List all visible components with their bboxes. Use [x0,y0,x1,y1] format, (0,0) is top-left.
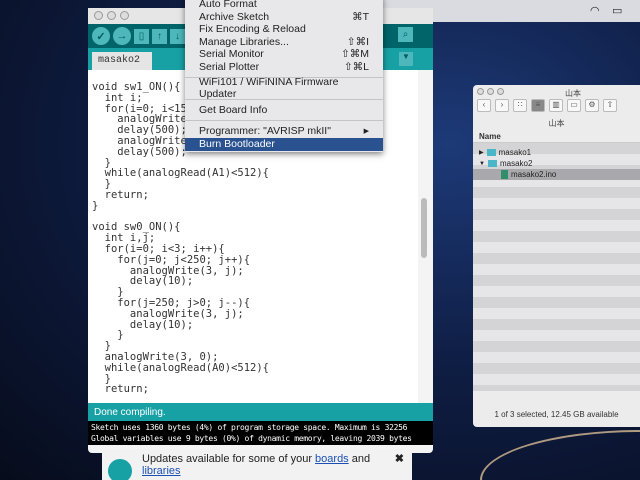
finder-toolbar: ‹ › ∷ ≡ ▥ ▭ ⚙ ⇧ [473,97,640,115]
menu-item[interactable]: Serial Plotter ⇧⌘L [185,61,383,74]
zoom-button[interactable] [120,11,129,20]
status-bar: Done compiling. [88,403,433,421]
console-line: Global variables use 9 bytes (0%) of dyn… [91,434,412,443]
zoom-button[interactable] [497,88,504,95]
menu-item-label: WiFi101 / WiFiNINA Firmware Updater [199,76,339,101]
menu-item-get-board-info[interactable]: Get Board Info [185,104,383,117]
close-button[interactable] [477,88,484,95]
save-button[interactable]: ↓ [170,28,185,44]
wifi-icon[interactable]: ◠ [590,4,600,17]
menu-item-label: Serial Plotter [199,60,260,73]
code-line: delay(10); [92,275,194,288]
menu-item-label: Serial Monitor [199,48,264,61]
item-name: masako2.ino [511,170,557,179]
column-view-button[interactable]: ▥ [549,99,563,112]
code-line: while(analogRead(A1)<512){ [92,167,270,180]
menu-item-label: Get Board Info [199,103,268,116]
menu-item-shortcut: ⇧⌘M [340,48,369,61]
list-item[interactable]: ▶ masako1 [473,147,640,158]
display-icon[interactable]: ▭ [612,4,622,17]
cable [480,430,640,480]
back-button[interactable]: ‹ [477,99,491,112]
list-item[interactable]: ▼ masako2 [473,158,640,169]
disclosure-icon[interactable]: ▼ [479,161,485,167]
menu-item-label: Manage Libraries... [199,35,289,48]
finder-status: 1 of 3 selected, 12.45 GB available [494,410,619,419]
finder-window: 山本 ‹ › ∷ ≡ ▥ ▭ ⚙ ⇧ 山本 Name ▶ masako1 ▼ mas… [473,85,640,427]
ino-file-icon [501,170,508,179]
menu-item-shortcut: ⇧⌘L [343,60,369,73]
menu-item-shortcut: ⌘T [352,10,369,23]
finder-title-bar: 山本 [473,85,640,98]
close-icon[interactable]: ✖ [395,452,404,465]
code-line: analogWrite(3, j); [92,307,244,320]
column-header-name[interactable]: Name [473,129,640,143]
finder-path: 山本 [548,119,565,128]
menu-item-wifi-updater[interactable]: WiFi101 / WiFiNINA Firmware Updater [185,76,383,100]
menu-item-shortcut: ⇧⌘I [346,35,369,48]
minimize-button[interactable] [487,88,494,95]
code-line: } [92,329,124,342]
share-icon[interactable]: ⇧ [603,99,617,112]
notify-and: and [348,453,371,465]
code-line: delay(10); [92,318,194,331]
submenu-arrow-icon: ▶ [363,128,369,136]
code-line: for(j=0; j<250; j++){ [92,253,251,266]
menu-item-programmer[interactable]: Programmer: "AVRISP mkII" ▶ [185,125,383,138]
gear-icon[interactable]: ⚙ [585,99,599,112]
serial-monitor-button[interactable]: ⌕ [398,27,413,42]
console-output: Sketch uses 1360 bytes (4%) of program s… [88,421,433,445]
menu-item[interactable]: Fix Encoding & Reload [185,23,383,36]
libraries-link[interactable]: libraries [142,465,181,477]
folder-icon [487,160,497,167]
tab-masako2[interactable]: masako2 [92,52,152,70]
verify-button[interactable]: ✓ [92,27,110,45]
menu-item[interactable]: Serial Monitor ⇧⌘M [185,48,383,61]
forward-button[interactable]: › [495,99,509,112]
item-name: masako1 [498,148,532,157]
list-item[interactable]: masako2.ino [473,169,640,180]
arduino-logo-icon [108,459,132,480]
minimize-button[interactable] [107,11,116,20]
menu-item-burn-bootloader[interactable]: Burn Bootloader [185,137,383,151]
finder-title: 山本 [565,89,581,98]
gallery-view-button[interactable]: ▭ [567,99,581,112]
menu-item[interactable]: Manage Libraries... ⇧⌘I [185,36,383,49]
item-name: masako2 [499,159,533,168]
code-line: return; [92,383,149,396]
open-button[interactable]: ↑ [152,28,167,44]
tools-menu: Auto Format Archive Sketch ⌘T Fix Encoding … [185,0,383,152]
close-button[interactable] [94,11,103,20]
notify-text: Updates available for some of your [142,453,316,465]
boards-link[interactable]: boards [315,453,349,465]
new-button[interactable]: ▯ [134,28,149,44]
menu-item-label: Auto Format [199,0,257,11]
icon-view-button[interactable]: ∷ [513,99,527,112]
tab-menu-button[interactable]: ▼ [399,52,413,66]
menu-separator [185,120,383,121]
menu-item-label: Programmer: "AVRISP mkII" [199,125,331,138]
scrollbar[interactable] [421,198,427,258]
code-line: while(analogRead(A0)<512){ [92,361,270,374]
update-notification: Updates available for some of your board… [102,449,412,480]
code-line: return; [92,188,149,201]
file-list: ▶ masako1 ▼ masako2 masako2.ino [473,143,640,391]
menu-item[interactable]: Archive Sketch ⌘T [185,11,383,24]
menu-item-label: Archive Sketch [199,10,270,23]
console-line: Sketch uses 1360 bytes (4%) of program s… [91,423,408,432]
disclosure-icon[interactable]: ▶ [479,149,484,156]
code-line: } [92,199,99,212]
list-view-button[interactable]: ≡ [531,99,545,112]
folder-icon [486,149,496,156]
menu-item[interactable]: Auto Format [185,0,383,11]
menu-item-label: Fix Encoding & Reload [199,23,306,36]
upload-button[interactable]: → [113,27,131,45]
menu-item-label: Burn Bootloader [199,138,275,150]
